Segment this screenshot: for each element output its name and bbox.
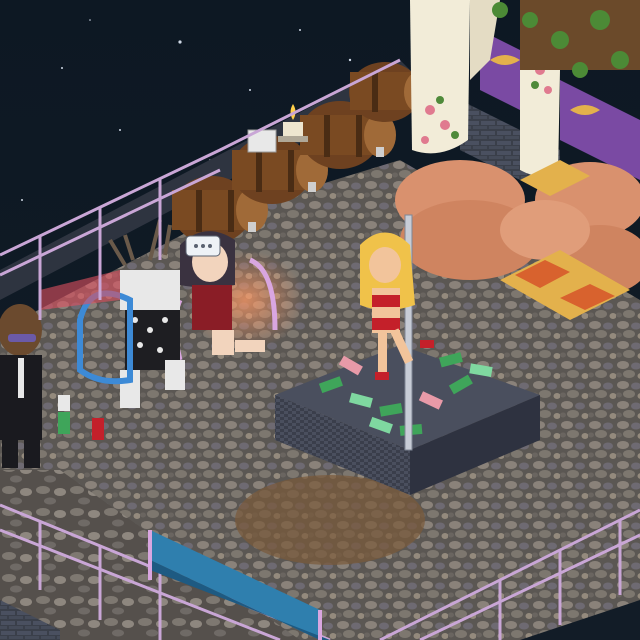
room-scene[interactable] bbox=[0, 0, 640, 640]
game-viewport[interactable] bbox=[0, 0, 640, 640]
speech-bubble-icon[interactable] bbox=[185, 235, 221, 257]
